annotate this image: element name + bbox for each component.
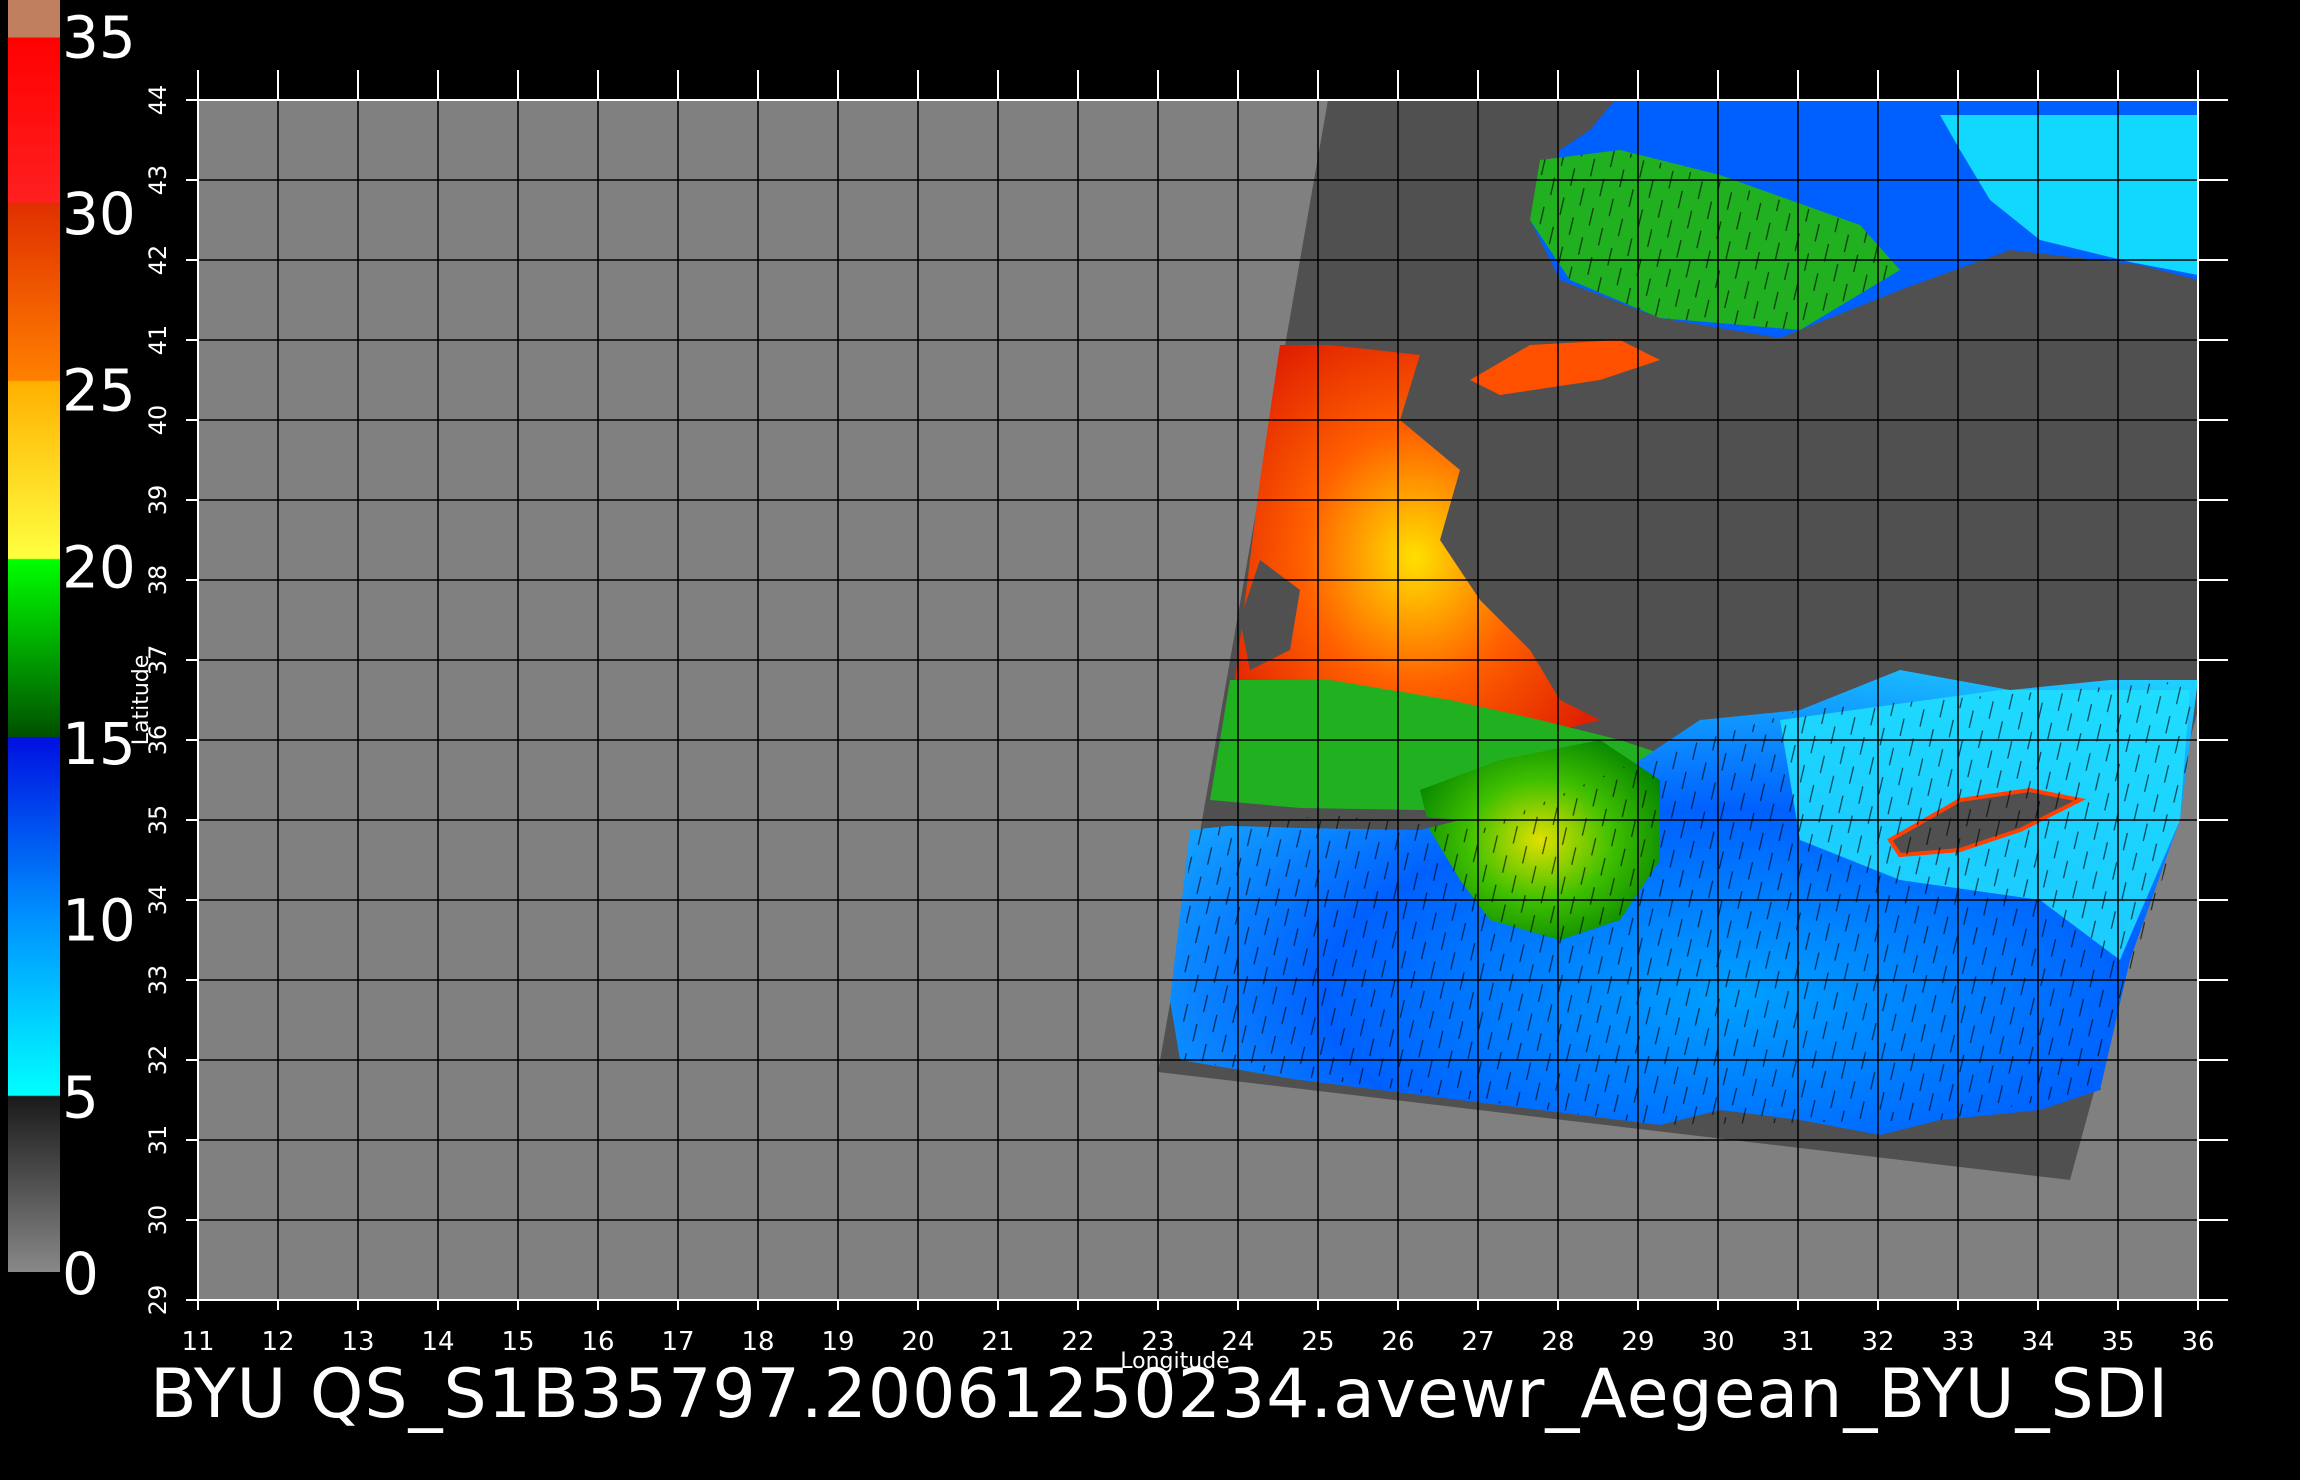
colorbar-label: 5: [62, 1063, 99, 1131]
x-tick-label: 21: [981, 1327, 1014, 1357]
x-tick-label: 11: [181, 1327, 214, 1357]
x-tick-label: 14: [421, 1327, 454, 1357]
colorbar-label: 35: [62, 3, 136, 71]
x-tick-label: 19: [821, 1327, 854, 1357]
y-tick-label: 38: [144, 565, 172, 596]
colorbar-ramp: [8, 0, 60, 1272]
x-tick-label: 34: [2021, 1327, 2054, 1357]
x-tick-label: 20: [901, 1327, 934, 1357]
colorbar-label: 15: [62, 710, 136, 778]
x-tick-label: 26: [1381, 1327, 1414, 1357]
y-tick-label: 35: [144, 805, 172, 836]
colorbar-labels: 0 5 10 15 20 25 30 35: [62, 3, 136, 1308]
x-tick-label: 30: [1701, 1327, 1734, 1357]
y-tick-label: 44: [144, 85, 172, 116]
x-tick-label: 29: [1621, 1327, 1654, 1357]
colorbar-label: 25: [62, 357, 136, 425]
y-tick-label: 34: [144, 885, 172, 916]
x-tick-label: 17: [661, 1327, 694, 1357]
x-tick-label: 13: [341, 1327, 374, 1357]
figure-title: BYU QS_S1B35797.20061250234.avewr_Aegean…: [150, 1355, 2170, 1434]
x-tick-label: 28: [1541, 1327, 1574, 1357]
x-tick-label: 31: [1781, 1327, 1814, 1357]
x-tick-label: 22: [1061, 1327, 1094, 1357]
x-tick-label: 18: [741, 1327, 774, 1357]
x-tick-label: 35: [2101, 1327, 2134, 1357]
y-tick-label: 31: [144, 1125, 172, 1156]
y-tick-label: 39: [144, 485, 172, 516]
colorbar-label: 30: [62, 180, 136, 248]
colorbar-label: 0: [62, 1240, 99, 1308]
y-tick-label: 40: [144, 405, 172, 436]
map-figure: 05101520253035 11 12 13 14 15 16 17 18 1…: [8, 0, 2228, 1374]
y-tick-label: 41: [144, 325, 172, 356]
y-tick-label: 29: [144, 1285, 172, 1316]
y-axis-label: Latitude: [129, 655, 154, 746]
x-tick-label: 27: [1461, 1327, 1494, 1357]
colorbar-label: 10: [62, 887, 136, 955]
colorbar-label: 20: [62, 533, 136, 601]
y-tick-label: 30: [144, 1205, 172, 1236]
y-tick-label: 33: [144, 965, 172, 996]
y-tick-label: 42: [144, 245, 172, 276]
x-tick-label: 32: [1861, 1327, 1894, 1357]
x-tick-label: 16: [581, 1327, 614, 1357]
x-tick-label: 15: [501, 1327, 534, 1357]
y-tick-label: 32: [144, 1045, 172, 1076]
x-tick-label: 25: [1301, 1327, 1334, 1357]
x-tick-label: 36: [2181, 1327, 2214, 1357]
colorbar: 0 5 10 15 20 25 30 35: [8, 0, 136, 1308]
x-tick-label: 33: [1941, 1327, 1974, 1357]
y-tick-label: 43: [144, 165, 172, 196]
x-tick-label: 12: [261, 1327, 294, 1357]
